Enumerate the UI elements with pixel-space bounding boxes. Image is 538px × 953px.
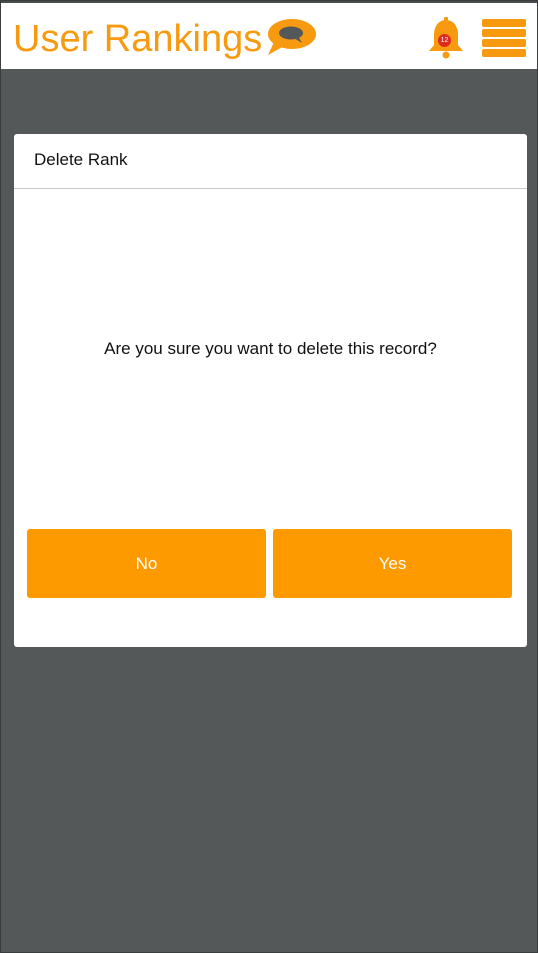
- speech-bubble-icon: [264, 15, 318, 63]
- delete-rank-dialog: Delete Rank Are you sure you want to del…: [14, 134, 527, 647]
- menu-bar: [482, 49, 526, 57]
- dialog-header: Delete Rank: [14, 134, 527, 189]
- app-title: User Rankings: [13, 18, 263, 60]
- app-logo[interactable]: User Rankings: [13, 15, 318, 63]
- menu-bar: [482, 29, 526, 37]
- app-header: User Rankings 12: [1, 1, 537, 69]
- hamburger-menu-icon[interactable]: [482, 19, 526, 59]
- no-button[interactable]: No: [27, 529, 266, 598]
- yes-button[interactable]: Yes: [273, 529, 512, 598]
- notification-button[interactable]: 12: [426, 17, 466, 61]
- menu-bar: [482, 39, 526, 47]
- dialog-title: Delete Rank: [34, 150, 128, 169]
- notification-count-badge: 12: [438, 34, 451, 47]
- dialog-message: Are you sure you want to delete this rec…: [104, 339, 437, 358]
- menu-bar: [482, 19, 526, 27]
